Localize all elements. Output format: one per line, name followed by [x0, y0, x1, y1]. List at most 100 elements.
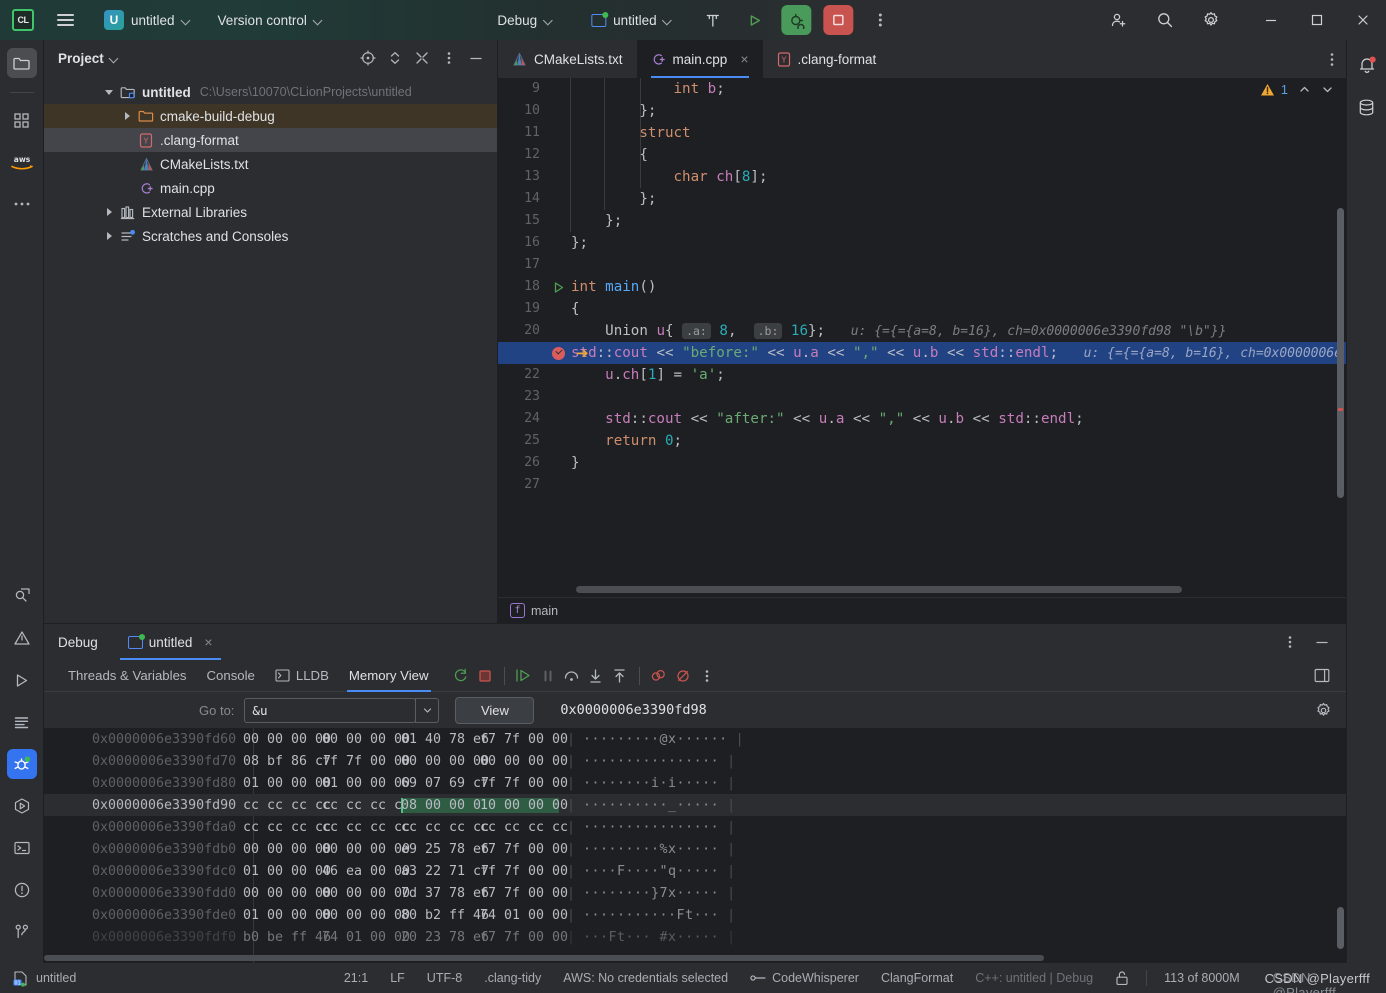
project-widget[interactable]: U untitled: [99, 7, 196, 33]
debug-tool-icon[interactable]: [6, 749, 37, 779]
status-clangformat[interactable]: ClangFormat: [870, 971, 964, 985]
memory-settings-icon[interactable]: [1315, 702, 1346, 719]
version-control-widget[interactable]: Version control: [218, 13, 323, 28]
memory-row-current[interactable]: 0x0000006e3390fd90 cc cc cc cc cc cc cc …: [44, 794, 1346, 816]
cmake-tool-icon[interactable]: [7, 791, 37, 821]
step-over-icon[interactable]: [560, 664, 584, 688]
close-icon[interactable]: ×: [204, 634, 212, 650]
tab-threads-variables[interactable]: Threads & Variables: [58, 660, 197, 692]
memory-horizontal-scrollbar[interactable]: [44, 955, 1044, 961]
twisty-closed-icon[interactable]: [100, 208, 118, 216]
collapse-all-icon[interactable]: [411, 47, 433, 69]
status-inspection[interactable]: .clang-tidy: [473, 971, 552, 985]
tree-node-cmake-build-debug[interactable]: cmake-build-debug: [44, 104, 497, 128]
tree-node-cmakelists[interactable]: CMakeLists.txt: [44, 152, 497, 176]
expand-collapse-icon[interactable]: [384, 47, 406, 69]
add-user-icon[interactable]: [1096, 0, 1142, 40]
git-branch-icon[interactable]: [7, 917, 37, 947]
find-tool-icon[interactable]: [7, 581, 37, 611]
debug-session-tab[interactable]: untitled ×: [119, 624, 221, 660]
tab-memory-view[interactable]: Memory View: [339, 660, 439, 692]
pause-icon[interactable]: [536, 664, 560, 688]
editor-vertical-scrollbar[interactable]: [1337, 208, 1344, 498]
tree-node-main-cpp[interactable]: main.cpp: [44, 176, 497, 200]
status-codewhisperer[interactable]: CodeWhisperer: [739, 971, 870, 985]
goto-input[interactable]: &u: [244, 697, 417, 723]
stop-button[interactable]: [823, 5, 854, 35]
more-vertical-icon[interactable]: [1278, 630, 1302, 654]
rerun-icon[interactable]: [449, 664, 473, 688]
database-icon[interactable]: [1352, 92, 1382, 122]
view-button[interactable]: View: [455, 696, 535, 724]
resume-icon[interactable]: [512, 664, 536, 688]
status-memory[interactable]: 113 of 8000M: [1153, 971, 1251, 985]
stop-icon[interactable]: [473, 664, 497, 688]
mute-breakpoints-icon[interactable]: [647, 664, 671, 688]
build-button[interactable]: [698, 5, 728, 35]
status-line-separator[interactable]: LF: [379, 971, 416, 985]
twisty-closed-icon[interactable]: [100, 232, 118, 240]
layout-settings-icon[interactable]: [1310, 664, 1334, 688]
notifications-bell-icon[interactable]: [1352, 50, 1382, 80]
editor-tabs-more-icon[interactable]: [1318, 40, 1346, 78]
run-button[interactable]: [740, 5, 770, 35]
twisty-closed-icon[interactable]: [118, 112, 136, 120]
memory-row[interactable]: 0x0000006e3390fdb0 00 00 00 00 00 00 00 …: [44, 838, 1346, 860]
chevron-down-icon[interactable]: [110, 54, 119, 63]
tab-close-icon[interactable]: ×: [740, 52, 748, 66]
todo-tool-icon[interactable]: [7, 707, 37, 737]
memory-row[interactable]: 0x0000006e3390fd60 00 00 00 00 00 00 00 …: [44, 728, 1346, 750]
hamburger-menu-icon[interactable]: [51, 6, 79, 34]
memory-row[interactable]: 0x0000006e3390fdd0 00 00 00 00 00 00 00 …: [44, 882, 1346, 904]
step-into-icon[interactable]: [584, 664, 608, 688]
more-tools-icon[interactable]: [7, 189, 37, 219]
debug-mode-selector[interactable]: Debug: [490, 9, 560, 32]
search-icon[interactable]: [1142, 0, 1188, 40]
window-maximize-icon[interactable]: [1294, 0, 1340, 40]
locate-icon[interactable]: [357, 47, 379, 69]
memory-vertical-scrollbar[interactable]: [1337, 907, 1344, 949]
tab-lldb[interactable]: LLDB: [265, 660, 339, 692]
status-aws[interactable]: AWS: No credentials selected: [552, 971, 739, 985]
status-toolchain[interactable]: C++: untitled | Debug: [964, 971, 1104, 985]
window-close-icon[interactable]: [1340, 0, 1386, 40]
memory-row[interactable]: 0x0000006e3390fd70 08 bf 86 c7 ff 7f 00 …: [44, 750, 1346, 772]
terminal-tool-icon[interactable]: [7, 833, 37, 863]
memory-row[interactable]: 0x0000006e3390fdc0 01 00 00 00 46 ea 00 …: [44, 860, 1346, 882]
tree-node-external-libraries[interactable]: External Libraries: [44, 200, 497, 224]
project-tool-icon[interactable]: [6, 48, 37, 78]
structure-tool-icon[interactable]: [7, 105, 37, 135]
code-editor[interactable]: 1 9 int b; 10}; 11 struct 12 {13 char …: [498, 78, 1346, 597]
run-configuration-selector[interactable]: untitled: [584, 9, 680, 32]
more-vertical-icon[interactable]: [695, 664, 719, 688]
memory-view[interactable]: 0x0000006e3390fd60 00 00 00 00 00 00 00 …: [44, 728, 1346, 963]
tab-main-cpp[interactable]: main.cpp ×: [636, 40, 763, 78]
inspection-widget[interactable]: 1: [1260, 82, 1334, 97]
status-caret-position[interactable]: 21:1: [333, 971, 379, 985]
run-tool-icon[interactable]: [7, 665, 37, 695]
twisty-open-icon[interactable]: [100, 89, 118, 95]
tab-clang-format[interactable]: Y .clang-format: [763, 40, 891, 78]
tab-console[interactable]: Console: [197, 660, 265, 692]
memory-row[interactable]: 0x0000006e3390fdf0 b0 be ff 46 74 01 00 …: [44, 926, 1346, 948]
problems-tool-icon[interactable]: [7, 623, 37, 653]
hide-icon[interactable]: [465, 47, 487, 69]
breadcrumb[interactable]: f main: [498, 597, 1346, 623]
window-minimize-icon[interactable]: [1248, 0, 1294, 40]
aws-tool-icon[interactable]: aws: [7, 147, 37, 177]
tree-node-untitled[interactable]: untitled C:\Users\10070\CLionProjects\un…: [44, 80, 497, 104]
step-out-icon[interactable]: [608, 664, 632, 688]
memory-row[interactable]: 0x0000006e3390fde0 01 00 00 00 00 00 00 …: [44, 904, 1346, 926]
problems-alert-icon[interactable]: [7, 875, 37, 905]
more-run-options-icon[interactable]: [866, 5, 896, 35]
run-gutter-marker[interactable]: [546, 281, 570, 294]
editor-horizontal-scrollbar[interactable]: [576, 586, 1182, 593]
status-encoding[interactable]: UTF-8: [416, 971, 473, 985]
tree-node-scratches-and-consoles[interactable]: Scratches and Consoles: [44, 224, 497, 248]
unlock-icon[interactable]: [1104, 970, 1140, 986]
options-icon[interactable]: [438, 47, 460, 69]
chevron-down-icon[interactable]: [415, 697, 440, 723]
view-breakpoints-icon[interactable]: [671, 664, 695, 688]
error-stripe-mark[interactable]: [1338, 408, 1343, 411]
memory-row[interactable]: 0x0000006e3390fd80 01 00 00 00 01 00 00 …: [44, 772, 1346, 794]
